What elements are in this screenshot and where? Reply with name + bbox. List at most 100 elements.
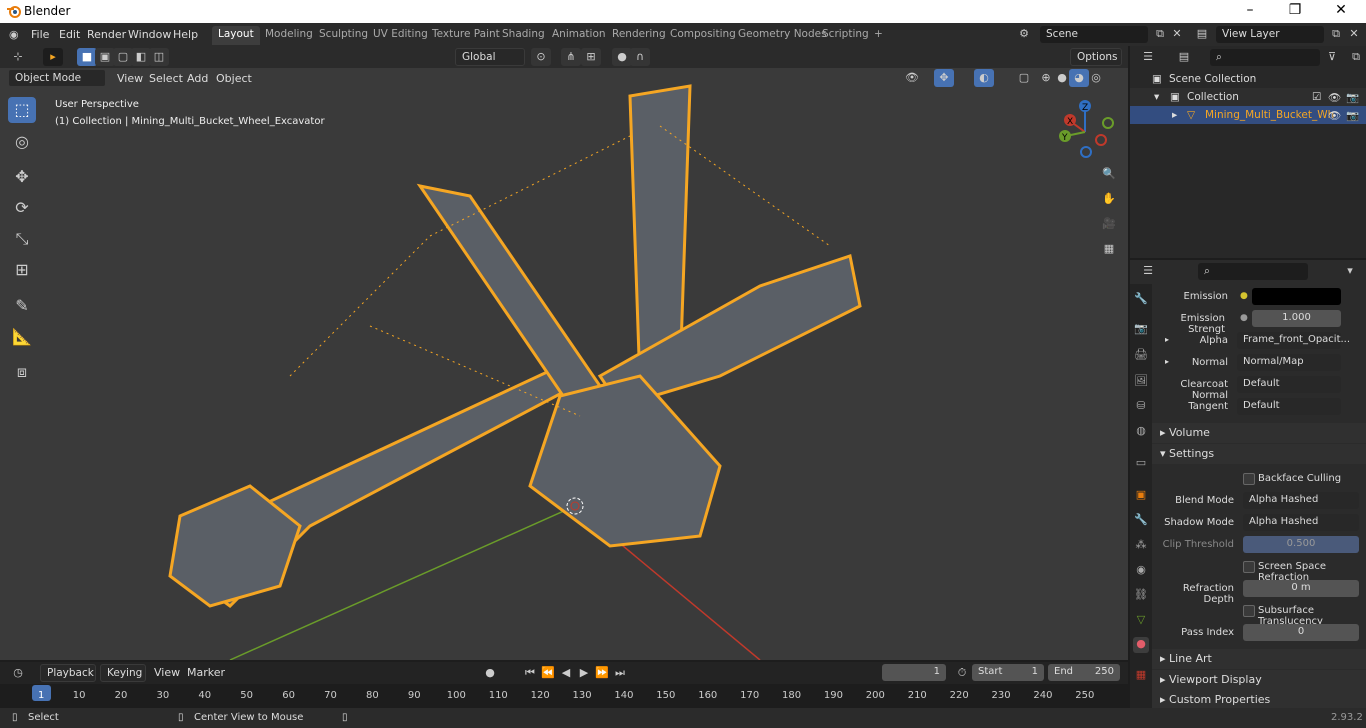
viewport-menu-object[interactable]: Object	[216, 72, 252, 85]
viewport-display-section[interactable]: ▸ Viewport Display	[1152, 670, 1366, 690]
volume-section[interactable]: ▸ Volume	[1152, 423, 1366, 443]
tab-texture-paint[interactable]: Texture Paint	[426, 26, 506, 45]
tab-rendering[interactable]: Rendering	[606, 26, 672, 45]
play-reverse-icon[interactable]: ◀	[556, 664, 576, 682]
move-tool-icon[interactable]: ✥	[8, 164, 36, 190]
viewport-menu-view[interactable]: View	[117, 72, 143, 85]
end-frame-field[interactable]: End 250	[1048, 664, 1120, 681]
auto-keying-icon[interactable]: ●	[480, 664, 500, 682]
pass-index-field[interactable]: 0	[1243, 624, 1359, 641]
tab-shading[interactable]: Shading	[496, 26, 551, 45]
jump-keyframe-back-icon[interactable]: ⏪	[538, 664, 558, 682]
filter-icon[interactable]: ⊽	[1322, 48, 1342, 66]
tab-scripting[interactable]: Scripting	[816, 26, 875, 45]
custom-properties-section[interactable]: ▸ Custom Properties	[1152, 690, 1366, 708]
rotate-tool-icon[interactable]: ⟳	[8, 195, 36, 221]
settings-section[interactable]: ▾ Settings	[1152, 444, 1366, 464]
close-button[interactable]: ✕	[1331, 2, 1351, 18]
render-tab-icon[interactable]: 📷	[1133, 322, 1149, 338]
select-invert-icon[interactable]: ◧	[131, 48, 151, 66]
current-frame-field[interactable]: 1	[882, 664, 946, 681]
clip-threshold-slider[interactable]: 0.500	[1243, 536, 1359, 553]
tab-sculpting[interactable]: Sculpting	[313, 26, 374, 45]
rendered-shading-icon[interactable]: ◎	[1086, 69, 1106, 87]
visibility-icon[interactable]: 👁	[902, 69, 922, 87]
select-new-icon[interactable]: ■	[77, 48, 97, 66]
collection-render-icon[interactable]: 📷	[1346, 91, 1359, 104]
outliner-collection[interactable]: ▾ ▣ Collection ☑ 👁 📷	[1130, 88, 1366, 106]
select-extend-icon[interactable]: ▣	[95, 48, 115, 66]
cursor-tool-icon[interactable]: ◎	[8, 129, 36, 155]
start-frame-field[interactable]: Start 1	[972, 664, 1044, 681]
exclude-checkbox-icon[interactable]: ☑	[1312, 91, 1321, 103]
normal-expand-icon[interactable]: ▸	[1165, 357, 1169, 366]
stopwatch-icon[interactable]: ⏱	[952, 664, 972, 682]
menu-edit[interactable]: Edit	[59, 28, 80, 41]
outliner-scene-collection[interactable]: ▣ Scene Collection	[1130, 70, 1366, 88]
data-tab-icon[interactable]: ▽	[1133, 613, 1149, 629]
proportional-edit-icon[interactable]: ●	[612, 48, 632, 66]
playback-dropdown[interactable]: Playback	[40, 664, 96, 682]
expand-arrow-icon[interactable]: ▸	[1172, 109, 1177, 121]
editor-type-icon[interactable]: ⊹	[8, 48, 28, 66]
timeline-editor-icon[interactable]: ◷	[8, 664, 28, 682]
viewport-menu-add[interactable]: Add	[187, 72, 208, 85]
menu-help[interactable]: Help	[173, 28, 198, 41]
gizmo-toggle-icon[interactable]: ✥	[934, 69, 954, 87]
select-box-tool[interactable]: ⬚	[8, 97, 36, 123]
collapse-arrow-icon[interactable]: ▾	[1154, 91, 1159, 103]
normal-input[interactable]: Normal/Map	[1237, 354, 1341, 371]
tool-tab-icon[interactable]: 🔧	[1133, 292, 1149, 308]
object-render-icon[interactable]: 📷	[1346, 109, 1359, 122]
material-tab-icon[interactable]: ●	[1133, 637, 1149, 653]
backface-culling-checkbox[interactable]	[1243, 473, 1255, 485]
output-tab-icon[interactable]: 🖨	[1133, 348, 1149, 364]
maximize-button[interactable]: ❐	[1285, 2, 1305, 18]
snap-target-icon[interactable]: ⊞	[581, 48, 601, 66]
new-view-layer-icon[interactable]: ⧉	[1326, 25, 1346, 43]
outliner-object-row[interactable]: ▸ ▽ Mining_Multi_Bucket_Wh 👁 📷	[1130, 106, 1366, 124]
jump-end-icon[interactable]: ⏭	[610, 664, 630, 682]
alpha-input[interactable]: Frame_front_Opacit...	[1237, 332, 1350, 349]
properties-search-input[interactable]: ⌕	[1198, 263, 1308, 280]
modifier-tab-icon[interactable]: 🔧	[1133, 513, 1149, 529]
blender-menu-icon[interactable]: ◉	[9, 28, 19, 41]
clearcoat-normal-input[interactable]: Default	[1237, 376, 1341, 393]
outliner-search-input[interactable]: ⌕	[1210, 49, 1320, 66]
scale-tool-icon[interactable]: ⤡	[8, 226, 36, 252]
blend-mode-dropdown[interactable]: Alpha Hashed	[1243, 492, 1359, 509]
menu-window[interactable]: Window	[128, 28, 171, 41]
navigation-gizmo[interactable]: Z X Y	[1052, 96, 1122, 162]
select-intersect-icon[interactable]: ◫	[149, 48, 169, 66]
overlay-toggle-icon[interactable]: ◐	[974, 69, 994, 87]
emission-strength-socket-icon[interactable]: ●	[1240, 313, 1248, 323]
line-art-section[interactable]: ▸ Line Art	[1152, 649, 1366, 669]
physics-tab-icon[interactable]: ◉	[1133, 563, 1149, 579]
ortho-toggle-icon[interactable]: ▦	[1099, 240, 1119, 258]
emission-socket-icon[interactable]: ●	[1240, 291, 1248, 301]
delete-scene-icon[interactable]: ✕	[1167, 25, 1187, 43]
viewport-menu-select[interactable]: Select	[149, 72, 183, 85]
particles-tab-icon[interactable]: ⁂	[1133, 538, 1149, 554]
tab-layout[interactable]: Layout	[212, 26, 260, 45]
jump-keyframe-forward-icon[interactable]: ⏩	[592, 664, 612, 682]
minimize-button[interactable]: –	[1240, 2, 1260, 18]
delete-view-layer-icon[interactable]: ✕	[1344, 25, 1364, 43]
collection-tab-icon[interactable]: ▭	[1133, 456, 1149, 472]
refraction-depth-field[interactable]: 0 m	[1243, 580, 1359, 597]
mode-dropdown[interactable]: Object Mode	[8, 69, 106, 87]
outliner-display-mode-icon[interactable]: ▤	[1174, 48, 1194, 66]
menu-render[interactable]: Render	[87, 28, 126, 41]
measure-tool-icon[interactable]: 📐	[8, 324, 36, 350]
alpha-expand-icon[interactable]: ▸	[1165, 335, 1169, 344]
timeline-menu-marker[interactable]: Marker	[187, 666, 225, 679]
ssr-checkbox[interactable]	[1243, 561, 1255, 573]
select-subtract-icon[interactable]: ▢	[113, 48, 133, 66]
tangent-input[interactable]: Default	[1237, 398, 1341, 415]
tab-compositing[interactable]: Compositing	[664, 26, 742, 45]
properties-editor-icon[interactable]: ☰	[1138, 262, 1158, 280]
new-collection-icon[interactable]: ⧉	[1346, 48, 1366, 66]
emission-strength-field[interactable]: 1.000	[1252, 310, 1341, 327]
view-layer-tab-icon[interactable]: 🖼	[1133, 374, 1149, 390]
scene-field[interactable]: Scene	[1040, 26, 1148, 43]
